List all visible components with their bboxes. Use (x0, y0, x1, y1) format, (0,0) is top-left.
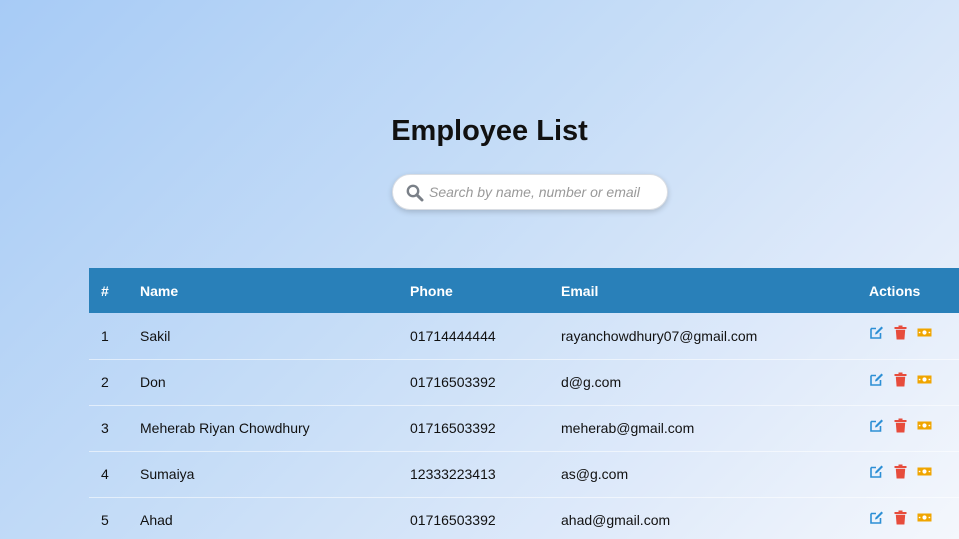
table-row: 5 Ahad 01716503392 ahad@gmail.com (89, 497, 959, 539)
row-actions (869, 497, 959, 539)
delete-icon[interactable] (893, 372, 908, 387)
delete-icon[interactable] (893, 464, 908, 479)
row-name: Sumaiya (140, 466, 195, 482)
row-name: Ahad (140, 512, 173, 528)
edit-icon[interactable] (869, 325, 884, 340)
employee-table-container: # Name Phone Email Actions 1 Sakil 01714… (89, 268, 959, 539)
edit-icon[interactable] (869, 418, 884, 433)
salary-icon[interactable] (917, 418, 932, 433)
header-email: Email (561, 282, 599, 299)
header-number: # (101, 282, 109, 299)
search-icon (406, 184, 424, 202)
row-actions (869, 313, 959, 359)
salary-icon[interactable] (917, 464, 932, 479)
row-number: 4 (101, 466, 109, 482)
table-header-row: # Name Phone Email Actions (89, 268, 959, 313)
row-phone: 01714444444 (410, 327, 496, 344)
row-number: 5 (101, 512, 109, 528)
row-actions (869, 359, 959, 405)
salary-icon[interactable] (917, 325, 932, 340)
row-number: 2 (101, 374, 109, 390)
edit-icon[interactable] (869, 464, 884, 479)
search-box[interactable] (392, 174, 668, 210)
delete-icon[interactable] (893, 418, 908, 433)
delete-icon[interactable] (893, 325, 908, 340)
row-phone: 01716503392 (410, 420, 496, 436)
salary-icon[interactable] (917, 510, 932, 525)
edit-icon[interactable] (869, 510, 884, 525)
row-email: rayanchowdhury07@gmail.com (561, 327, 758, 344)
row-actions (869, 405, 959, 451)
row-number: 3 (101, 420, 109, 436)
table-row: 3 Meherab Riyan Chowdhury 01716503392 me… (89, 405, 959, 451)
row-phone: 01716503392 (410, 512, 496, 528)
employee-table: # Name Phone Email Actions 1 Sakil 01714… (89, 268, 959, 539)
table-row: 4 Sumaiya 12333223413 as@g.com (89, 451, 959, 497)
table-row: 2 Don 01716503392 d@g.com (89, 359, 959, 405)
header-phone: Phone (410, 282, 453, 299)
search-input[interactable] (429, 175, 661, 209)
row-name: Don (140, 374, 166, 390)
page-title: Employee List (391, 115, 588, 147)
edit-icon[interactable] (869, 372, 884, 387)
salary-icon[interactable] (917, 372, 932, 387)
row-email: meherab@gmail.com (561, 420, 695, 436)
table-row: 1 Sakil 01714444444 rayanchowdhury07@gma… (89, 313, 959, 359)
row-email: ahad@gmail.com (561, 512, 671, 528)
row-email: d@g.com (561, 374, 622, 390)
table-body: 1 Sakil 01714444444 rayanchowdhury07@gma… (89, 313, 959, 539)
delete-icon[interactable] (893, 510, 908, 525)
row-number: 1 (101, 327, 109, 344)
header-name: Name (140, 282, 179, 299)
row-name: Sakil (140, 327, 171, 344)
header-actions: Actions (869, 282, 921, 299)
row-email: as@g.com (561, 466, 629, 482)
row-name: Meherab Riyan Chowdhury (140, 420, 310, 436)
row-actions (869, 451, 959, 497)
row-phone: 12333223413 (410, 466, 496, 482)
row-phone: 01716503392 (410, 374, 496, 390)
